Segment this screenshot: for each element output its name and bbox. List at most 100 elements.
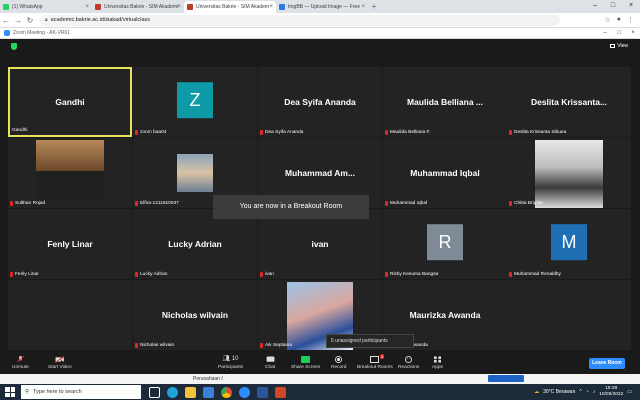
video-tile[interactable]: Dea Syifa Ananda Dea Syifa Ananda bbox=[258, 67, 382, 137]
unassigned-popup[interactable]: 5 unassigned participants bbox=[326, 334, 414, 348]
close-icon[interactable]: × bbox=[269, 1, 273, 13]
address-bar: ← → ↻ 🔒︎ academic.bakrie.ac.id/siakad/vi… bbox=[0, 13, 640, 28]
video-tile[interactable]: ivan ivan bbox=[258, 209, 382, 279]
system-tray: ☁ 30°C Berawan ^ ◔ ♪ 18:39 10/05/2022 ▭ bbox=[534, 386, 640, 398]
participant-avatar: R bbox=[427, 224, 463, 261]
shield-icon[interactable] bbox=[11, 43, 17, 50]
record-label: Record bbox=[331, 365, 347, 370]
volume-icon[interactable]: ♪ bbox=[593, 389, 596, 395]
notification-icon[interactable]: ▭ bbox=[627, 389, 632, 395]
record-icon bbox=[335, 356, 343, 363]
view-button[interactable]: View bbox=[610, 43, 628, 49]
record-button[interactable]: Record bbox=[331, 356, 346, 370]
zoom-taskbar-icon[interactable] bbox=[239, 386, 250, 398]
reload-icon[interactable]: ↻ bbox=[24, 16, 36, 25]
university-icon bbox=[95, 4, 101, 10]
taskbar-search-input[interactable]: ⚲ Type here to search bbox=[21, 385, 141, 399]
forward-icon[interactable]: → bbox=[12, 16, 24, 25]
muted-mic-icon bbox=[385, 130, 388, 135]
minimize-icon[interactable]: – bbox=[586, 0, 604, 13]
video-tile[interactable]: Nicholas wilvain Nicholas wilvain bbox=[133, 280, 257, 350]
back-icon[interactable]: ← bbox=[0, 16, 12, 25]
edge-icon[interactable] bbox=[167, 386, 178, 398]
page-button[interactable] bbox=[488, 375, 524, 382]
participant-name: Deslita Krissanta... bbox=[530, 97, 608, 107]
participant-avatar: M bbox=[551, 224, 587, 261]
video-tile[interactable]: M Muhammad Renaldhy bbox=[507, 209, 631, 279]
chrome-icon[interactable] bbox=[221, 386, 232, 398]
tab-sim-akademik-2[interactable]: Universitas Bakrie - SIM Akadem × bbox=[184, 1, 276, 13]
participant-name: Maulida Belliana ... bbox=[406, 97, 484, 107]
close-window-icon[interactable]: × bbox=[622, 0, 640, 13]
participants-button[interactable]: 👥︎ 10 Participants bbox=[218, 356, 243, 370]
windows-start-icon[interactable] bbox=[5, 387, 15, 397]
minimize-icon[interactable]: – bbox=[598, 30, 612, 36]
participant-name: Gandhi bbox=[55, 97, 85, 107]
video-tile[interactable] bbox=[8, 280, 132, 350]
leave-room-button[interactable]: Leave Room bbox=[589, 358, 625, 369]
tab-label: Universitas Bakrie - SIM Akadem bbox=[196, 4, 270, 10]
participant-label: Maulida Belliana F. bbox=[385, 130, 430, 135]
video-tile[interactable]: Chitta Brigitta bbox=[507, 138, 631, 208]
participant-label: Deslita Krissanta Sibuea bbox=[509, 130, 566, 135]
participant-name: Dea Syifa Ananda bbox=[284, 97, 356, 107]
profile-icon[interactable]: ● bbox=[617, 16, 621, 24]
reactions-button[interactable]: Reactions bbox=[398, 356, 419, 370]
share-screen-button[interactable]: Share Screen bbox=[291, 356, 320, 370]
breakout-badge: 5 bbox=[380, 354, 385, 359]
chat-button[interactable]: Chat bbox=[265, 356, 275, 370]
video-tile[interactable]: Maulida Belliana ... Maulida Belliana F. bbox=[383, 67, 507, 137]
share-screen-icon bbox=[301, 356, 311, 363]
participant-label: zoom baa04 bbox=[135, 130, 166, 135]
start-video-button[interactable]: Start Video bbox=[48, 356, 72, 370]
video-tile[interactable]: Deslita Krissanta... Deslita Krissanta Si… bbox=[507, 67, 631, 137]
tray-arrow-icon[interactable]: ^ bbox=[579, 389, 581, 395]
video-tile[interactable] bbox=[507, 280, 631, 350]
muted-mic-icon bbox=[509, 272, 512, 277]
close-icon[interactable]: × bbox=[626, 30, 640, 36]
unmute-button[interactable]: Unmute bbox=[12, 356, 29, 370]
menu-icon[interactable]: ⋮ bbox=[627, 16, 634, 24]
participant-name: Lucky Adrian bbox=[168, 239, 222, 249]
tab-label: Universitas Bakrie - SIM Akademi bbox=[104, 4, 179, 10]
video-tile[interactable]: Fenly Linar Fenly Linar bbox=[8, 209, 132, 279]
participant-label: Dea Syifa Ananda bbox=[260, 130, 303, 135]
close-icon[interactable]: × bbox=[85, 1, 89, 13]
video-tile[interactable]: R Rizky Kesuma Bangsa bbox=[383, 209, 507, 279]
task-view-icon[interactable] bbox=[149, 386, 160, 398]
breakout-rooms-button[interactable]: 5 Breakout Rooms bbox=[357, 354, 393, 370]
video-tile[interactable]: Zzoom baa04 bbox=[133, 67, 257, 137]
powerpoint-icon[interactable] bbox=[275, 386, 286, 398]
new-tab-button[interactable]: + bbox=[368, 1, 380, 13]
muted-mic-icon bbox=[10, 272, 13, 277]
word-icon[interactable] bbox=[257, 386, 268, 398]
file-explorer-icon[interactable] bbox=[185, 386, 196, 398]
participant-label: Fenly Linar bbox=[10, 272, 39, 277]
tab-sim-akademik-1[interactable]: Universitas Bakrie - SIM Akademi × bbox=[92, 1, 184, 13]
star-icon[interactable]: ☆ bbox=[604, 16, 610, 24]
participant-label-text: Chitta Brigitta bbox=[514, 201, 543, 206]
page-behind-strip: Perusahaan I bbox=[0, 374, 640, 384]
maximize-icon[interactable]: □ bbox=[604, 0, 622, 13]
close-icon[interactable]: × bbox=[361, 1, 365, 13]
video-tile[interactable]: Sulthan Rojad bbox=[8, 138, 132, 208]
share-screen-label: Share Screen bbox=[291, 365, 321, 370]
apps-button[interactable]: Apps bbox=[432, 356, 443, 370]
url-input[interactable]: 🔒︎ academic.bakrie.ac.id/siakad/virtualc… bbox=[40, 14, 560, 26]
tab-whatsapp[interactable]: (1) WhatsApp × bbox=[0, 1, 92, 13]
store-icon[interactable] bbox=[203, 386, 214, 398]
video-tile[interactable]: Muhammad Iqbal Muhammad Iqbal bbox=[383, 138, 507, 208]
video-tile[interactable]: Lucky Adrian Lucky Adrian bbox=[133, 209, 257, 279]
tab-imgbb[interactable]: ImgBB — Upload Image — Free × bbox=[276, 1, 368, 13]
network-icon[interactable]: ◔ bbox=[586, 389, 589, 395]
clock[interactable]: 18:39 10/05/2022 bbox=[599, 386, 623, 398]
zoom-icon bbox=[4, 30, 10, 36]
browser-tab-bar: (1) WhatsApp × Universitas Bakrie - SIM … bbox=[0, 0, 640, 13]
close-icon[interactable]: × bbox=[177, 1, 181, 13]
chat-icon bbox=[266, 356, 274, 362]
video-tile[interactable]: Gandhi Gandhi bbox=[8, 67, 132, 137]
imgbb-icon bbox=[279, 4, 285, 10]
maximize-icon[interactable]: □ bbox=[612, 30, 626, 36]
muted-mic-icon bbox=[260, 343, 263, 348]
start-video-label: Start Video bbox=[48, 365, 72, 370]
